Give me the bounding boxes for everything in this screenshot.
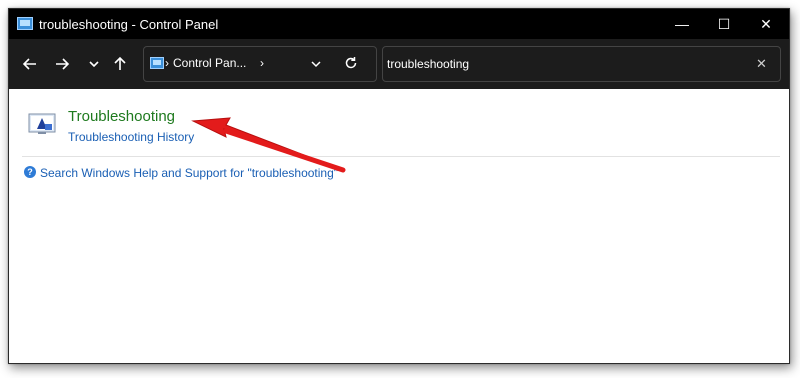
red-annotation-arrow <box>191 117 346 173</box>
